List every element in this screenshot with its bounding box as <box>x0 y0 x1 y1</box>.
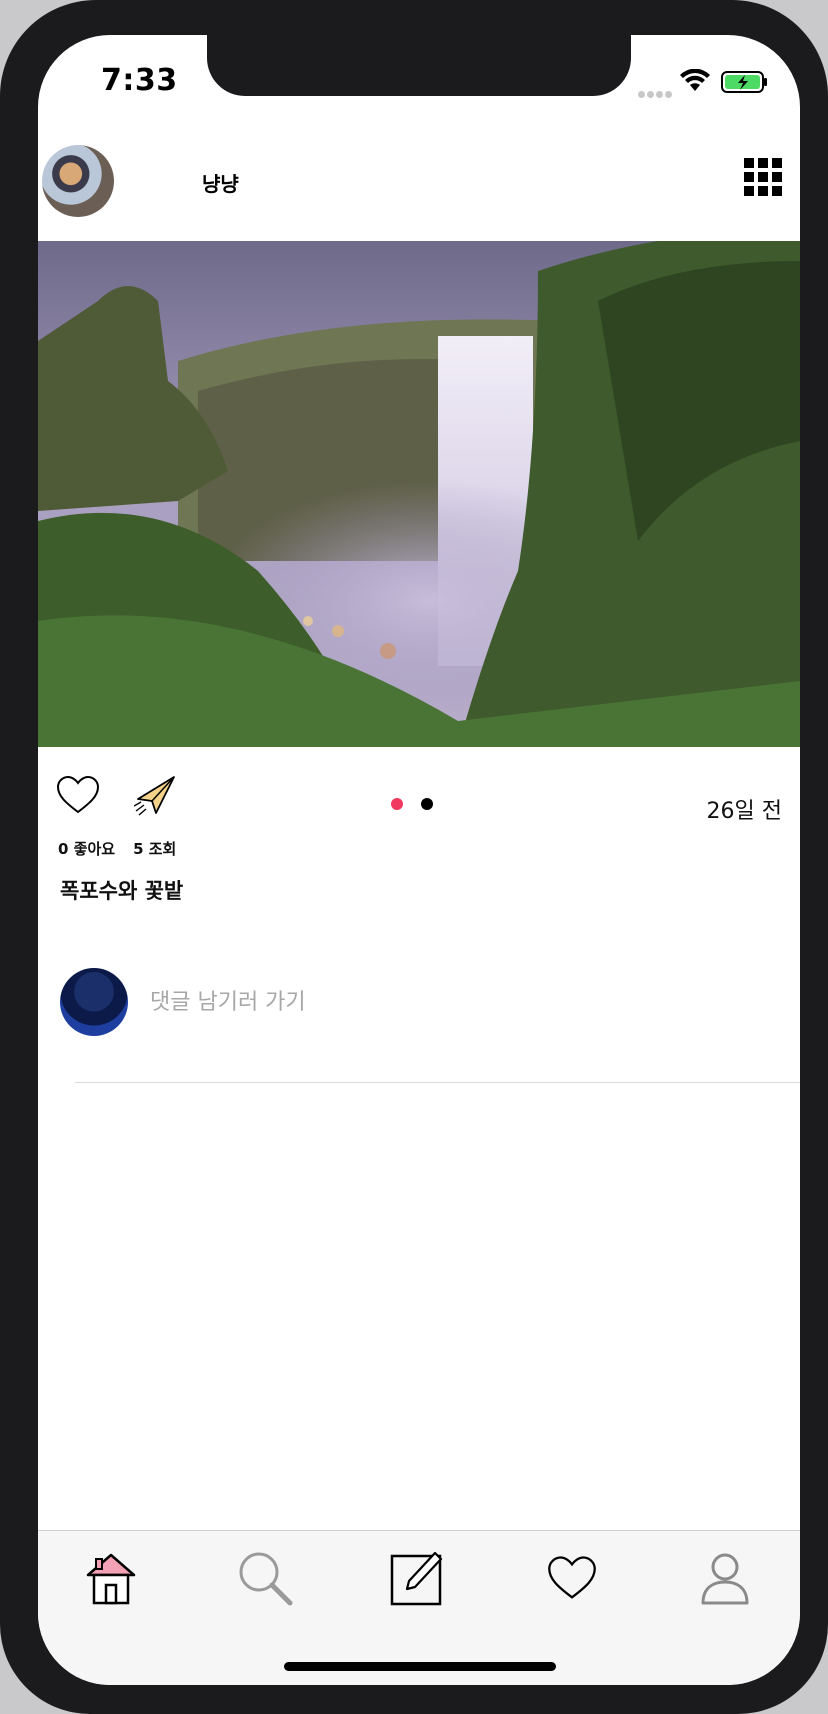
views-count: 5 조회 <box>133 840 177 858</box>
heart-icon <box>548 1556 596 1599</box>
compose-icon <box>390 1551 443 1606</box>
likes-count[interactable]: 0 좋아요 <box>58 840 115 858</box>
tab-activity[interactable] <box>537 1543 607 1613</box>
tab-home[interactable] <box>76 1543 146 1613</box>
comment-row <box>60 968 800 1040</box>
profile-icon <box>701 1553 749 1605</box>
paper-plane-icon[interactable] <box>134 775 178 817</box>
cellular-signal-icon <box>638 83 674 102</box>
post-photo[interactable] <box>38 241 800 747</box>
status-time: 7:33 <box>101 63 178 98</box>
comment-divider <box>75 1082 800 1083</box>
grid-icon[interactable] <box>744 158 782 196</box>
wifi-icon <box>680 69 710 91</box>
page-dot-active <box>391 798 403 810</box>
page-dot <box>421 798 433 810</box>
home-indicator[interactable] <box>284 1662 556 1671</box>
tab-search[interactable] <box>230 1543 300 1613</box>
device-notch <box>207 35 631 96</box>
post-stats: 0 좋아요 5 조회 <box>58 838 194 859</box>
app-screen: 7:33 냥냥 26일 전 0 좋아요 5 조회 폭포수와 꽃밭 댓글 남기러 … <box>38 35 800 1685</box>
post-actions: 26일 전 <box>38 775 800 835</box>
current-user-avatar <box>60 968 128 1036</box>
waterfall-landscape-image <box>38 241 800 747</box>
home-icon <box>86 1553 136 1605</box>
post-time-ago: 26일 전 <box>706 799 782 824</box>
post-caption: 폭포수와 꽃밭 <box>60 879 184 903</box>
author-username[interactable]: 냥냥 <box>202 168 239 197</box>
post-header: 냥냥 <box>38 142 800 242</box>
comment-input[interactable] <box>150 982 750 1022</box>
tab-compose[interactable] <box>383 1543 453 1613</box>
device-frame: 7:33 냥냥 26일 전 0 좋아요 5 조회 폭포수와 꽃밭 댓글 남기러 … <box>0 0 828 1714</box>
tab-profile[interactable] <box>690 1543 760 1613</box>
page-indicator[interactable] <box>391 795 451 814</box>
author-avatar[interactable] <box>42 145 114 217</box>
search-icon <box>239 1552 293 1606</box>
heart-icon[interactable] <box>56 775 100 815</box>
battery-icon <box>721 71 767 93</box>
